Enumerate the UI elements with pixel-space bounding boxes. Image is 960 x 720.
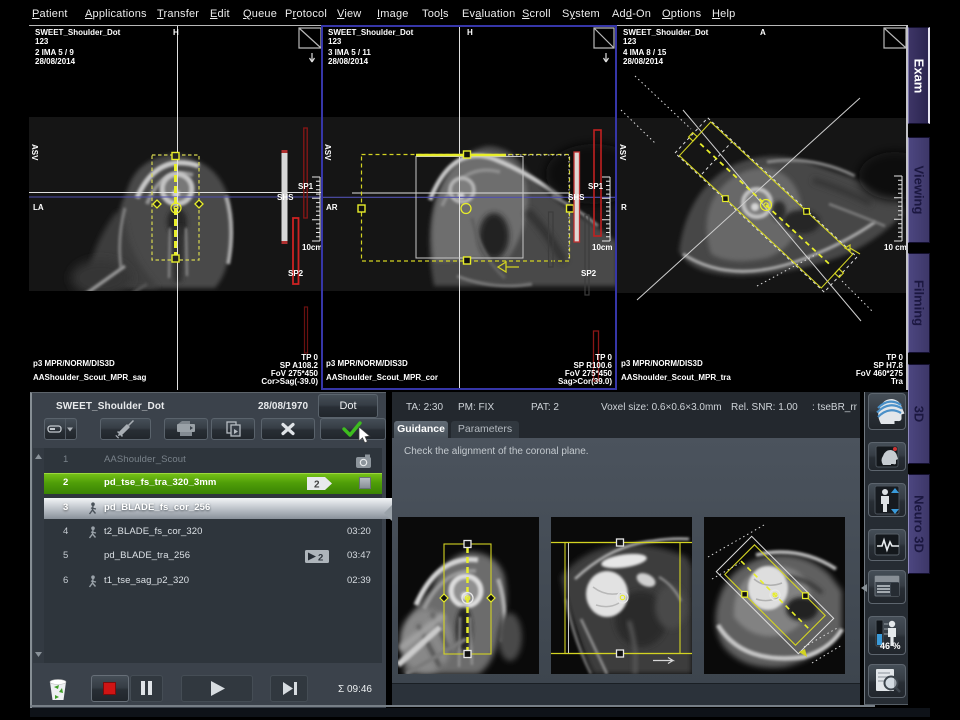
svg-text:ASV: ASV: [30, 144, 39, 161]
svg-text:SWEET_Shoulder_Dot: SWEET_Shoulder_Dot: [328, 28, 414, 37]
svg-text:SP2: SP2: [288, 269, 304, 278]
svg-text:p3 MPR/NORM/DIS3D: p3 MPR/NORM/DIS3D: [621, 359, 703, 368]
svg-text:28/08/2014: 28/08/2014: [623, 57, 664, 66]
svg-text:SWEET_Shoulder_Dot: SWEET_Shoulder_Dot: [623, 28, 709, 37]
svg-text:AAShoulder_Scout_MPR_sag: AAShoulder_Scout_MPR_sag: [33, 373, 146, 382]
svg-text:SHS: SHS: [277, 193, 294, 202]
svg-text:10cm: 10cm: [302, 243, 322, 252]
svg-text:Sag>Cor(39.0): Sag>Cor(39.0): [558, 377, 612, 386]
svg-text:ASV: ASV: [618, 144, 627, 161]
svg-text:p3 MPR/NORM/DIS3D: p3 MPR/NORM/DIS3D: [326, 359, 408, 368]
svg-text:p3 MPR/NORM/DIS3D: p3 MPR/NORM/DIS3D: [33, 359, 115, 368]
svg-text:10cm: 10cm: [592, 243, 612, 252]
svg-text:123: 123: [623, 37, 637, 46]
svg-text:SWEET_Shoulder_Dot: SWEET_Shoulder_Dot: [35, 28, 121, 37]
svg-text:2 IMA 5 / 9: 2 IMA 5 / 9: [35, 48, 74, 57]
svg-text:28/08/2014: 28/08/2014: [35, 57, 76, 66]
svg-text:10 cm: 10 cm: [884, 243, 907, 252]
svg-text:SP2: SP2: [581, 269, 597, 278]
svg-text:4 IMA 8 / 15: 4 IMA 8 / 15: [623, 48, 667, 57]
svg-text:SP1: SP1: [588, 182, 604, 191]
svg-text:Tra: Tra: [891, 377, 904, 386]
svg-text:2: 2: [314, 480, 320, 491]
svg-text:SHS: SHS: [568, 193, 585, 202]
svg-text:H: H: [173, 28, 179, 37]
svg-text:ASV: ASV: [323, 144, 332, 161]
svg-text:2: 2: [318, 553, 323, 564]
svg-text:AR: AR: [326, 203, 338, 212]
svg-text:Cor>Sag(-39.0): Cor>Sag(-39.0): [261, 377, 318, 386]
svg-text:3 IMA 5 / 11: 3 IMA 5 / 11: [328, 48, 371, 57]
svg-text:AAShoulder_Scout_MPR_cor: AAShoulder_Scout_MPR_cor: [326, 373, 438, 382]
svg-text:123: 123: [328, 37, 342, 46]
svg-text:LA: LA: [33, 203, 44, 212]
svg-text:A: A: [760, 28, 766, 37]
svg-text:28/08/2014: 28/08/2014: [328, 57, 369, 66]
svg-text:123: 123: [35, 37, 49, 46]
svg-text:AAShoulder_Scout_MPR_tra: AAShoulder_Scout_MPR_tra: [621, 373, 731, 382]
svg-text:SP1: SP1: [298, 182, 314, 191]
svg-text:R: R: [621, 203, 627, 212]
svg-text:H: H: [467, 28, 473, 37]
